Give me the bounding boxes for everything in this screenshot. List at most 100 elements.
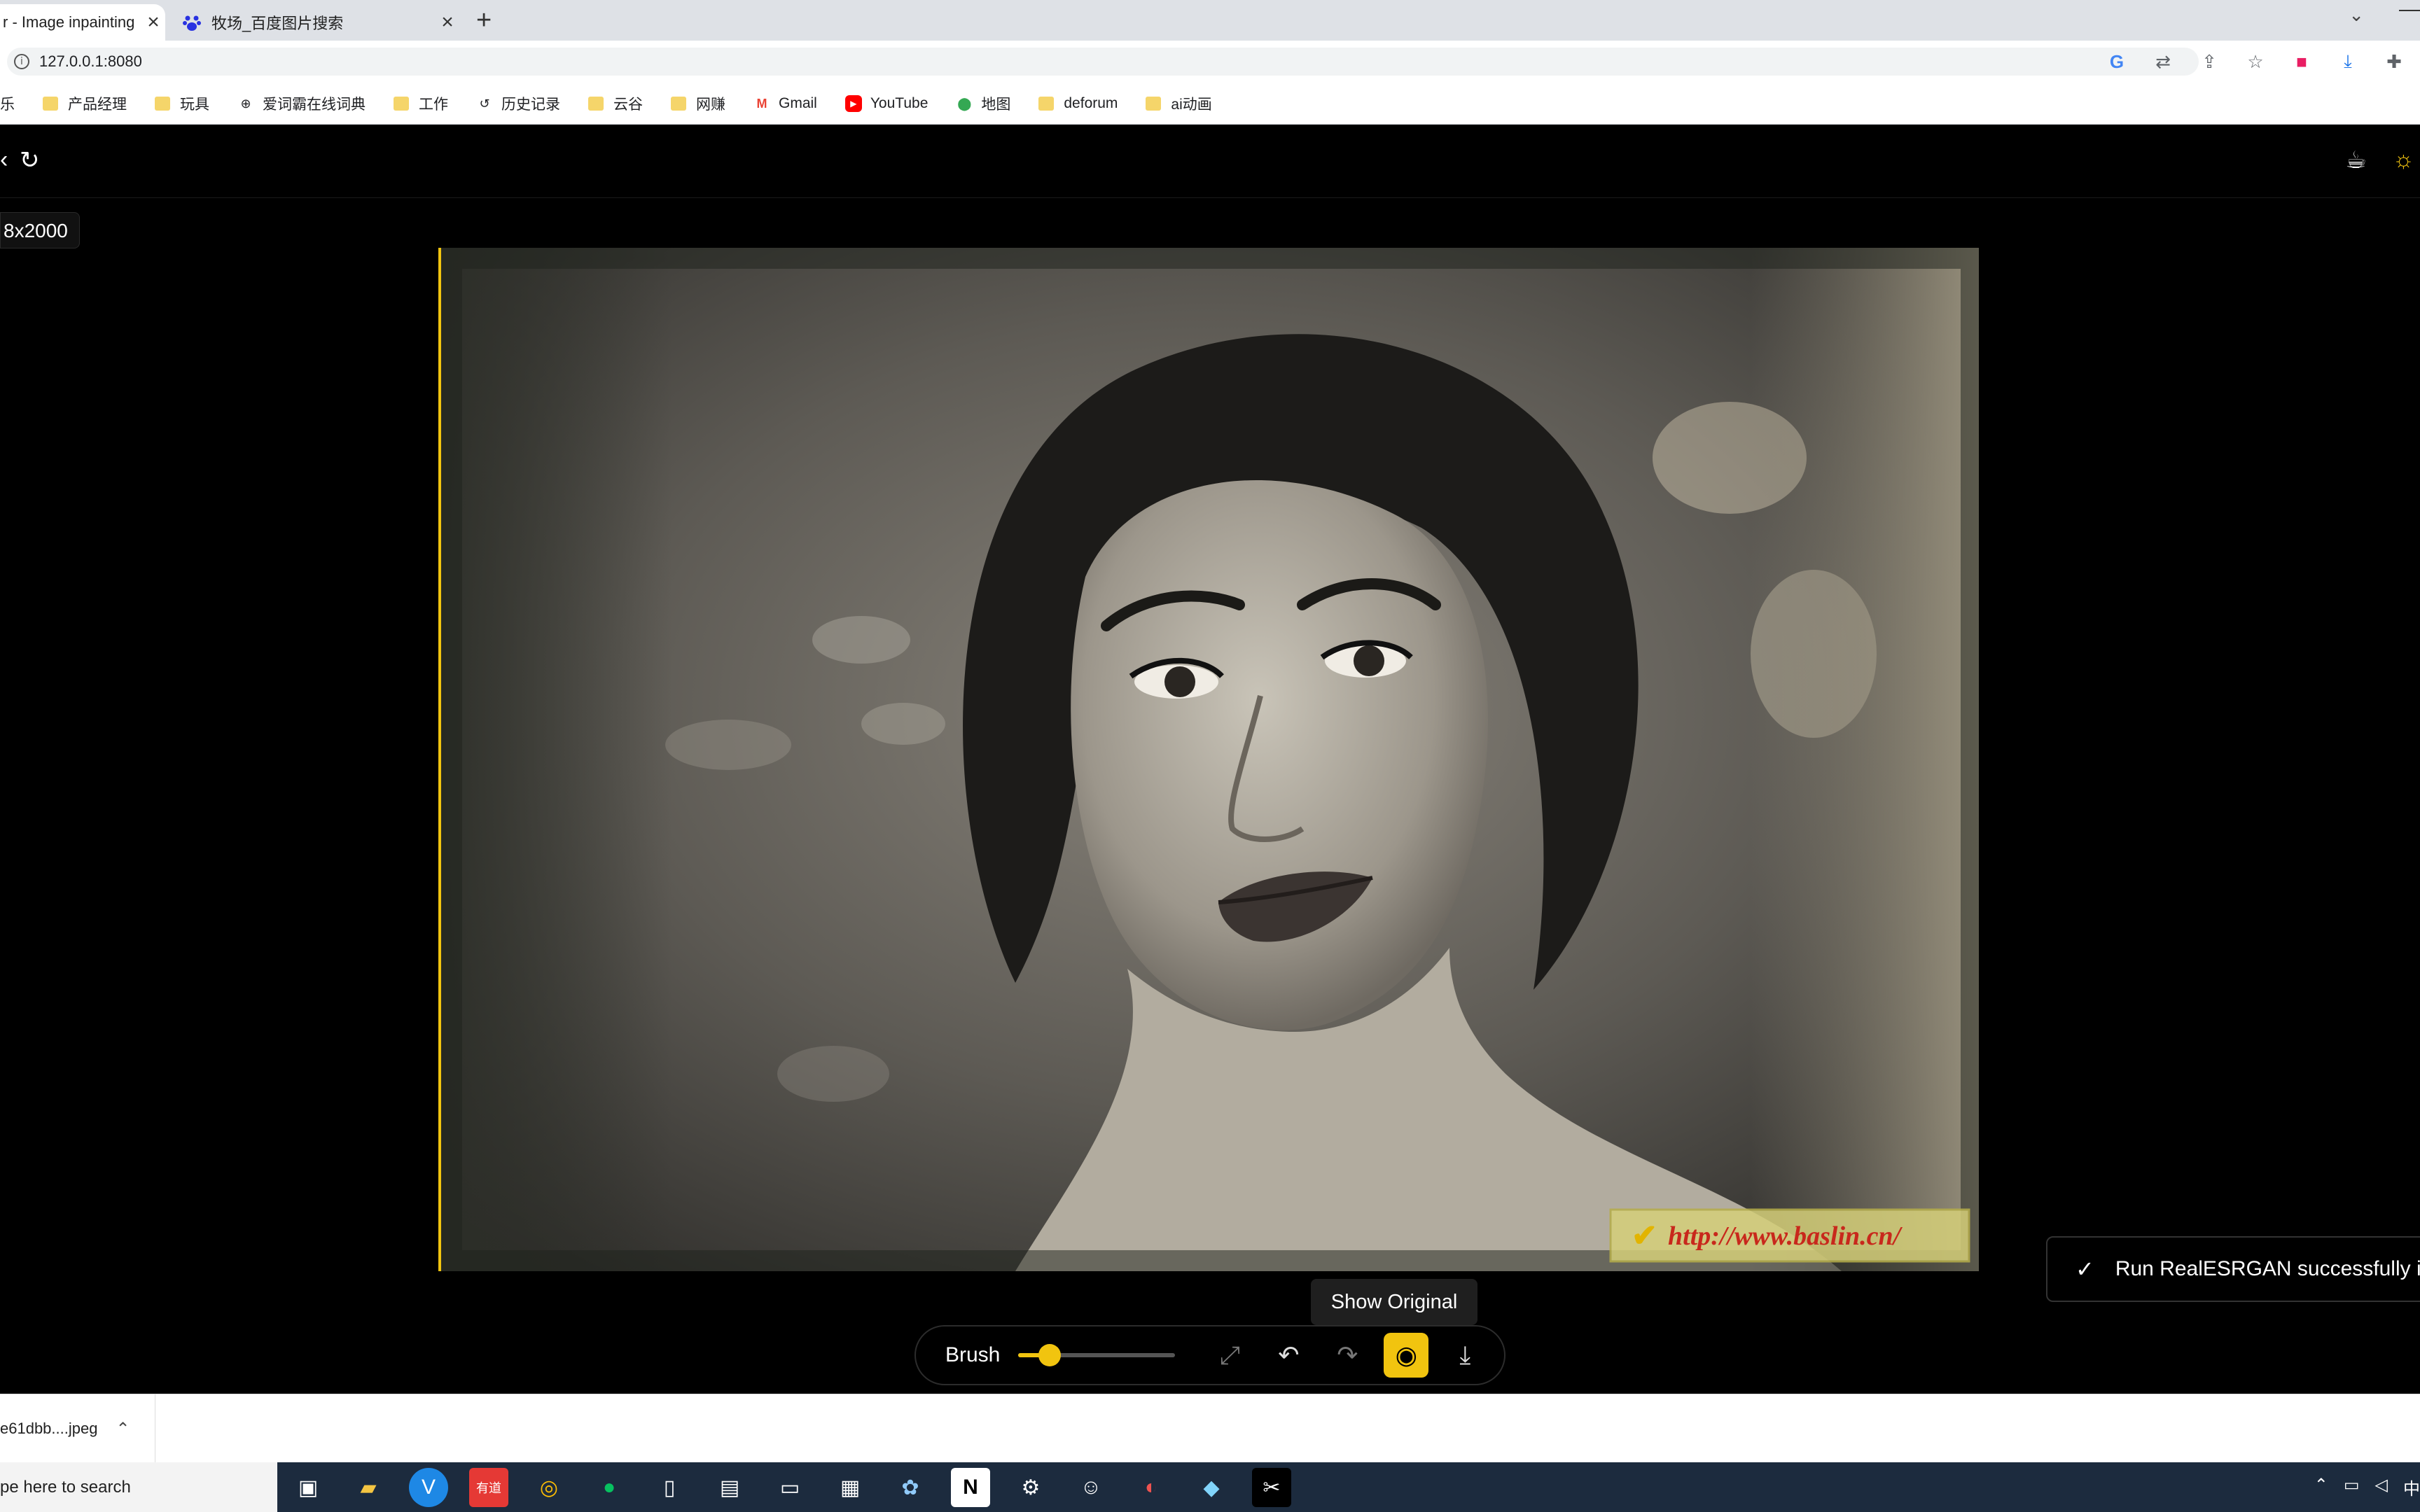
url-field[interactable]: i 127.0.0.1:8080 — [7, 48, 2199, 76]
refresh-icon[interactable]: ↻ — [20, 146, 40, 174]
close-icon[interactable]: × — [436, 10, 459, 34]
download-icon: ⤓ — [1459, 1340, 1471, 1369]
minimize-icon[interactable] — [2399, 10, 2420, 11]
inpainting-app: ‹ ↻ ☕ ☼ 8x2000 ✔ http://www.baslin.cn/ ✓… — [0, 125, 2420, 1394]
baidu-paw-icon — [183, 15, 201, 31]
terminal-icon[interactable]: ▭ — [770, 1468, 809, 1507]
bookmark-label: 历史记录 — [501, 96, 560, 113]
app-header: ‹ ↻ ☕ ☼ — [0, 125, 2420, 198]
download-button[interactable]: ⤓ — [1442, 1333, 1487, 1378]
bookmark-label: deforum — [1064, 94, 1118, 111]
folder-icon — [155, 96, 170, 111]
media-app-icon[interactable]: ◐ — [1132, 1468, 1171, 1507]
coffee-icon[interactable]: ☕ — [2346, 146, 2367, 174]
volume-icon[interactable]: ◁ — [2375, 1475, 2388, 1499]
download-filename: e61dbb....jpeg — [0, 1420, 98, 1437]
capcut-icon[interactable]: ✂ — [1252, 1468, 1291, 1507]
bookmark-item[interactable]: ⬤ 地图 — [956, 93, 1010, 114]
image-dimensions-badge: 8x2000 — [0, 212, 80, 248]
redo-button[interactable]: ↷ — [1325, 1333, 1370, 1378]
close-icon[interactable]: × — [141, 10, 165, 34]
taskbar-search[interactable]: pe here to search — [0, 1462, 277, 1512]
sun-icon[interactable]: ☼ — [2393, 146, 2414, 174]
bookmark-item[interactable]: 乐 — [0, 93, 15, 114]
map-pin-icon: ⬤ — [957, 96, 972, 111]
editor-toolbar: Brush ⤢ ↶ ↷ ◉ ⤓ — [915, 1325, 1505, 1385]
show-original-button[interactable]: ◉ — [1384, 1333, 1429, 1378]
chevron-left-icon[interactable]: ‹ — [0, 146, 8, 174]
folder-icon — [394, 96, 409, 111]
bookmark-label: ai动画 — [1171, 96, 1212, 113]
task-view-icon[interactable]: ▣ — [288, 1468, 328, 1507]
bookmark-folder[interactable]: ai动画 — [1146, 93, 1212, 114]
chevron-up-icon[interactable]: ⌃ — [116, 1419, 130, 1439]
bookmark-folder[interactable]: 云谷 — [588, 93, 643, 114]
v-app-icon[interactable]: V — [409, 1468, 448, 1507]
gmail-icon: M — [756, 96, 767, 111]
undo-button[interactable]: ↶ — [1266, 1333, 1311, 1378]
youdao-icon[interactable]: 有道 — [469, 1468, 508, 1507]
star-icon[interactable]: ☆ — [2244, 51, 2267, 73]
folder-icon — [671, 96, 686, 111]
check-icon: ✓ — [2075, 1256, 2094, 1282]
wechat-icon[interactable]: ● — [590, 1468, 629, 1507]
taskbar-apps: ▣ ▰ V 有道 ◎ ● ▯ ▤ ▭ ▦ ✿ N ⚙ ☺ ◐ ◆ ✂ — [288, 1468, 1291, 1507]
brush-slider-handle[interactable] — [1038, 1344, 1062, 1366]
bookmark-folder[interactable]: 玩具 — [155, 93, 209, 114]
folder-icon — [1146, 96, 1162, 111]
share-icon[interactable]: ⇪ — [2197, 51, 2221, 73]
bookmark-item[interactable]: ↺ 历史记录 — [476, 93, 560, 114]
bookmark-folder[interactable]: 产品经理 — [43, 93, 127, 114]
settings-icon[interactable]: ⚙ — [1011, 1468, 1050, 1507]
google-icon[interactable]: G — [2105, 51, 2129, 73]
download-item[interactable]: e61dbb....jpeg ⌃ — [0, 1394, 155, 1463]
bookmark-label: Gmail — [779, 94, 817, 111]
tab-baidu-image-search[interactable]: 牧场_百度图片搜索 × — [174, 4, 459, 41]
document-icon[interactable]: ▯ — [650, 1468, 689, 1507]
expand-icon: ⤢ — [1219, 1340, 1240, 1369]
translate-icon[interactable]: ⇄ — [2151, 51, 2175, 73]
bookmark-label: 玩具 — [180, 96, 209, 113]
brush-size-slider[interactable] — [1018, 1344, 1176, 1366]
bookmark-label: 地图 — [981, 96, 1011, 113]
image-canvas[interactable]: ✔ http://www.baslin.cn/ — [438, 248, 1979, 1271]
bookmark-item[interactable]: ▶ YouTube — [844, 94, 929, 112]
chrome-icon[interactable]: ◎ — [529, 1468, 569, 1507]
bookmark-folder[interactable]: 网赚 — [671, 93, 725, 114]
address-bar-actions: G ⇄ ⇪ ☆ ■ ⤓ ✚ — [2105, 50, 2406, 73]
youtube-icon: ▶ — [844, 94, 862, 112]
bookmark-folder[interactable]: deforum — [1038, 95, 1118, 112]
input-language[interactable]: 中 — [2403, 1475, 2420, 1499]
bookmark-label: YouTube — [870, 94, 929, 111]
tab-title: r - Image inpainting — [3, 13, 135, 31]
toast-message: Run RealESRGAN successfully in — [2115, 1257, 2420, 1280]
eye-icon: ◉ — [1395, 1340, 1418, 1369]
puzzle-icon[interactable]: ✚ — [2382, 51, 2406, 73]
emoji-app-icon[interactable]: ☺ — [1071, 1468, 1111, 1507]
network-icon[interactable]: ▭ — [2344, 1475, 2360, 1499]
notes-app-icon[interactable]: ◆ — [1192, 1468, 1231, 1507]
bookmark-label: 工作 — [419, 96, 448, 113]
chevron-up-icon[interactable]: ⌃ — [2314, 1475, 2328, 1499]
network-app-icon[interactable]: ✿ — [891, 1468, 930, 1507]
file-explorer-icon[interactable]: ▰ — [349, 1468, 388, 1507]
image-app-icon[interactable]: ▦ — [830, 1468, 870, 1507]
extension-app-icon[interactable]: ■ — [2290, 51, 2314, 73]
brush-label: Brush — [945, 1343, 1001, 1366]
app-icon[interactable]: ▤ — [710, 1468, 749, 1507]
download-icon[interactable]: ⤓ — [2336, 50, 2360, 73]
chevron-down-icon[interactable]: ⌄ — [2349, 4, 2364, 26]
bookmark-label: 乐 — [0, 96, 15, 113]
success-toast: ✓ Run RealESRGAN successfully in — [2046, 1236, 2420, 1302]
browser-tab-strip: r - Image inpainting × 牧场_百度图片搜索 × + ⌄ — [0, 0, 2420, 41]
bookmark-item[interactable]: ⊕ 爱词霸在线词典 — [237, 93, 366, 114]
bookmark-item[interactable]: M Gmail — [753, 95, 817, 112]
info-icon[interactable]: i — [14, 54, 29, 69]
history-icon: ↺ — [479, 96, 490, 111]
downloads-bar: e61dbb....jpeg ⌃ — [0, 1394, 2420, 1463]
fit-screen-button[interactable]: ⤢ — [1207, 1333, 1252, 1378]
bookmark-folder[interactable]: 工作 — [394, 93, 448, 114]
tab-image-inpainting[interactable]: r - Image inpainting × — [0, 4, 165, 41]
new-tab-button[interactable]: + — [476, 6, 492, 36]
notion-icon[interactable]: N — [951, 1468, 990, 1507]
